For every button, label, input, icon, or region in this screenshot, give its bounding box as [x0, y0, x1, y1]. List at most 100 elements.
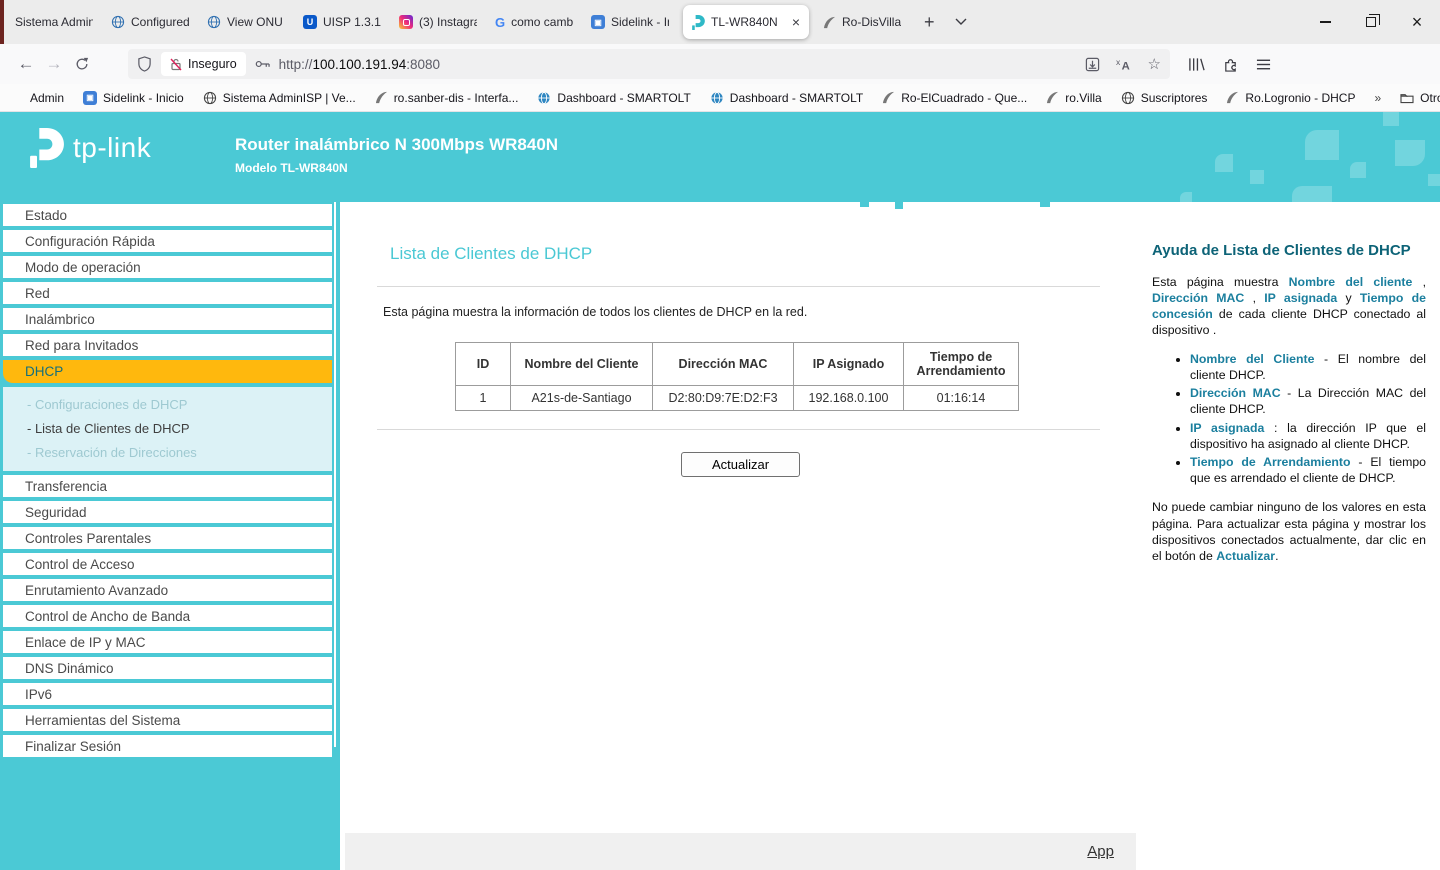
sidebar-item-herramientas-del-sistema[interactable]: Herramientas del Sistema [3, 709, 332, 731]
bookmark-admin[interactable]: Admin [30, 91, 64, 105]
cell-id: 1 [456, 386, 511, 411]
sidebar-item-enrutamiento-avanzado[interactable]: Enrutamiento Avanzado [3, 579, 332, 601]
help-intro: Esta página muestra Nombre del cliente ,… [1152, 274, 1426, 339]
bookmark-ro-villa[interactable]: ro.Villa [1046, 91, 1101, 105]
list-tabs-chevron-icon[interactable] [955, 18, 967, 26]
cell-nombre: A21s-de-Santiago [511, 386, 653, 411]
mikrotik-swoosh-icon [882, 91, 895, 104]
sidebar-item-transferencia[interactable]: Transferencia [3, 475, 332, 497]
sidebar-item-red[interactable]: Red [3, 282, 332, 304]
bookmark-sidelink[interactable]: ▣ Sidelink - Inicio [83, 91, 184, 105]
menu-hamburger-icon[interactable] [1256, 58, 1271, 71]
sidebar-item-ipv6[interactable]: IPv6 [3, 683, 332, 705]
bookmark-ro-sanber[interactable]: ro.sanber-dis - Interfa... [375, 91, 519, 105]
reload-button[interactable] [68, 50, 96, 78]
library-icon[interactable] [1188, 57, 1205, 72]
extensions-puzzle-icon[interactable] [1223, 57, 1238, 72]
tab-sidelink[interactable]: ▣ Sidelink - Inicio [582, 0, 678, 44]
router-page: Estado Configuración Rápida Modo de oper… [0, 202, 1440, 870]
bookmark-ro-logronio[interactable]: Ro.Logronio - DHCP [1226, 91, 1355, 105]
submenu-item-reservacion-direcciones[interactable]: - Reservación de Direcciones [3, 440, 332, 464]
cell-mac: D2:80:D9:7E:D2:F3 [653, 386, 794, 411]
toolbar-right-icons [1188, 57, 1271, 72]
col-header-mac: Dirección MAC [653, 343, 794, 386]
sidebar-item-controles-parentales[interactable]: Controles Parentales [3, 527, 332, 549]
sidebar-item-seguridad[interactable]: Seguridad [3, 501, 332, 523]
security-chip[interactable]: Inseguro [161, 52, 246, 76]
page-title: Lista de Clientes de DHCP [390, 244, 592, 264]
submenu-item-configuraciones-dhcp[interactable]: - Configuraciones de DHCP [3, 392, 332, 416]
button-row: Actualizar [345, 452, 1136, 477]
bookmarks-overflow-chevron[interactable]: » [1374, 91, 1381, 105]
cell-ip: 192.168.0.100 [794, 386, 904, 411]
restore-button[interactable] [1348, 0, 1394, 44]
bookmark-dashboard-smartolt[interactable]: Dashboard - SMARTOLT [537, 91, 690, 105]
tab-ro-disvilla[interactable]: Ro-DisVilla - Inte [814, 0, 910, 44]
sidebar-item-inalambrico[interactable]: Inalámbrico [3, 308, 332, 330]
tplink-logo: tp-link [30, 128, 151, 168]
router-model: Modelo TL-WR840N [235, 161, 348, 175]
mikrotik-swoosh-icon [823, 16, 836, 29]
tab-configured-onu[interactable]: Configured ONU [102, 0, 198, 44]
shield-icon[interactable] [137, 56, 152, 72]
bookmark-sistema-adminisp[interactable]: Sistema AdminISP | Ve... [203, 91, 356, 105]
new-tab-button[interactable]: + [924, 12, 935, 33]
minimize-button[interactable] [1302, 0, 1348, 44]
url-text[interactable]: http://100.100.191.94:8080 [279, 57, 440, 72]
globe-icon [710, 91, 724, 105]
uisp-icon: U [303, 15, 317, 29]
tab-tl-wr840n-active[interactable]: TL-WR840N × [683, 5, 809, 39]
tab-instagram[interactable]: (3) Instagram [390, 0, 486, 44]
folder-icon [1400, 92, 1414, 104]
tab-view-onu[interactable]: View ONU - SMA [198, 0, 294, 44]
footer-bar: App [345, 833, 1136, 870]
back-button[interactable]: ← [12, 50, 40, 78]
sidebar-item-modo-de-operacion[interactable]: Modo de operación [3, 256, 332, 278]
sidebar-item-control-ancho-de-banda[interactable]: Control de Ancho de Banda [3, 605, 332, 627]
tab-controls: + [924, 12, 967, 33]
sidebar-item-dhcp-active[interactable]: DHCP [3, 360, 332, 383]
help-panel: Ayuda de Lista de Clientes de DHCP Esta … [1152, 202, 1426, 564]
help-bullet-list: Nombre del Cliente - El nombre del clien… [1152, 351, 1426, 487]
refresh-button[interactable]: Actualizar [681, 452, 800, 477]
help-bullet: Tiempo de Arrendamiento - El tiempo que … [1190, 454, 1426, 486]
dhcp-clients-table: ID Nombre del Cliente Dirección MAC IP A… [455, 342, 1019, 411]
globe-icon [537, 91, 551, 105]
sidebar-item-enlace-ip-mac[interactable]: Enlace de IP y MAC [3, 631, 332, 653]
bookmark-dashboard-smartolt-2[interactable]: Dashboard - SMARTOLT [710, 91, 863, 105]
help-bullet: Dirección MAC - La Dirección MAC del cli… [1190, 385, 1426, 417]
sidebar-item-control-de-acceso[interactable]: Control de Acceso [3, 553, 332, 575]
save-page-icon[interactable] [1085, 57, 1100, 72]
bookmark-ro-elcuadrado[interactable]: Ro-ElCuadrado - Que... [882, 91, 1027, 105]
help-bullet: IP asignada : la dirección IP que el dis… [1190, 420, 1426, 452]
bookmarks-bar: Admin ▣ Sidelink - Inicio Sistema AdminI… [0, 84, 1440, 112]
col-header-tiempo: Tiempo de Arrendamiento [904, 343, 1019, 386]
tplink-logo-word: tp-link [73, 134, 151, 168]
bookmark-star-icon[interactable]: ☆ [1148, 55, 1161, 73]
col-header-ip: IP Asignado [794, 343, 904, 386]
sidebar-item-configuracion-rapida[interactable]: Configuración Rápida [3, 230, 332, 252]
globe-icon [1121, 91, 1135, 105]
svg-text:A: A [1121, 61, 1129, 71]
sidebar-item-estado[interactable]: Estado [3, 204, 332, 226]
tab-close-icon[interactable]: × [792, 15, 800, 29]
sidebar-item-red-para-invitados[interactable]: Red para Invitados [3, 334, 332, 356]
window-edge [0, 0, 4, 44]
submenu-item-lista-clientes-dhcp-active[interactable]: - Lista de Clientes de DHCP [3, 416, 332, 440]
tab-uisp[interactable]: U UISP 1.3.11 | 192 [294, 0, 390, 44]
bookmark-others-folder[interactable]: Otros marcadores [1400, 91, 1440, 105]
address-bar[interactable]: Inseguro http://100.100.191.94:8080 xA ☆ [128, 49, 1170, 79]
forward-button[interactable]: → [40, 50, 68, 78]
tplink-icon [692, 15, 705, 30]
tab-sistema-adminisp[interactable]: Sistema AdminISP | V [6, 0, 102, 44]
bookmark-suscriptores[interactable]: Suscriptores [1121, 91, 1208, 105]
tab-google-search[interactable]: G como cambiar de [486, 0, 582, 44]
mikrotik-swoosh-icon [1046, 91, 1059, 104]
key-icon [255, 59, 270, 69]
close-button[interactable]: × [1394, 0, 1440, 44]
translate-icon[interactable]: xA [1116, 57, 1132, 71]
sidebar-item-finalizar-sesion[interactable]: Finalizar Sesión [3, 735, 332, 757]
tplink-logo-icon [30, 128, 64, 168]
app-link[interactable]: App [1087, 843, 1114, 860]
sidebar-item-dns-dinamico[interactable]: DNS Dinámico [3, 657, 332, 679]
